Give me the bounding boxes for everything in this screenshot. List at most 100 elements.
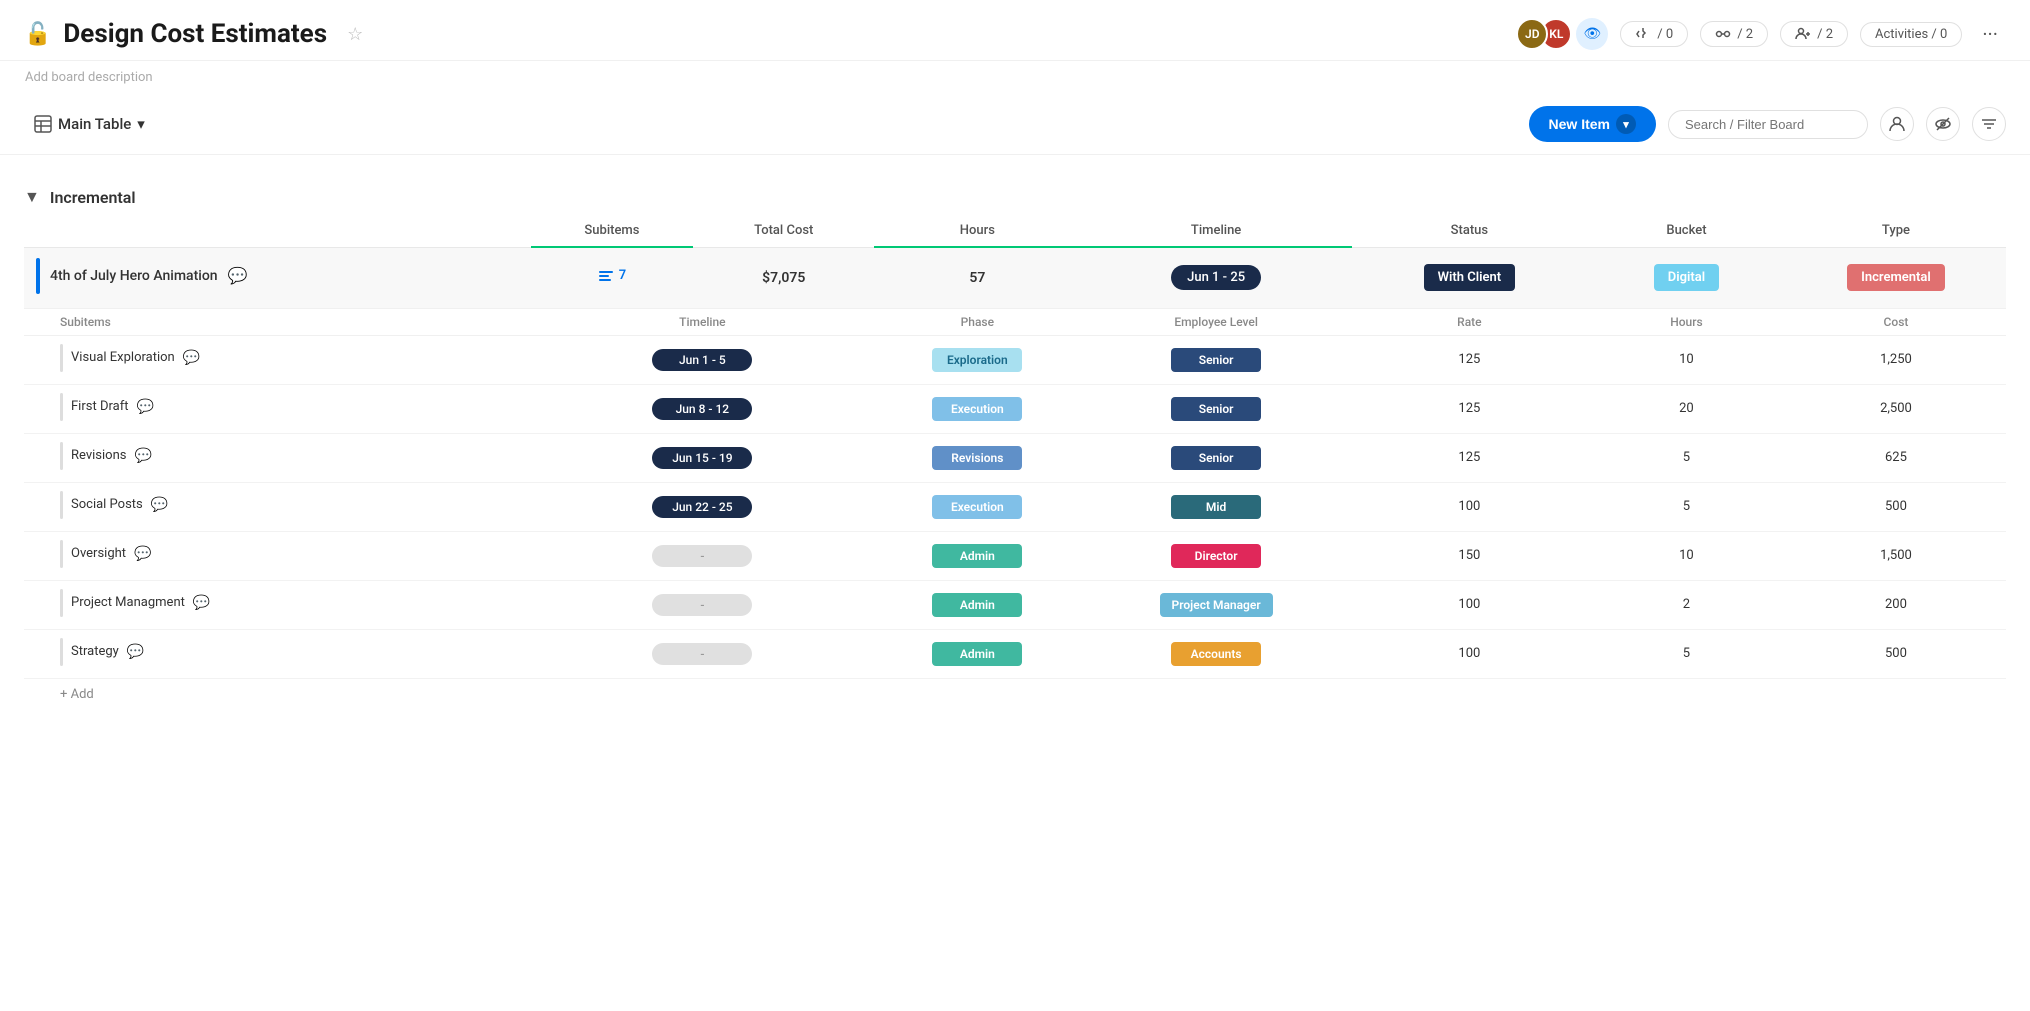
subitem-col-level: Employee Level bbox=[1080, 308, 1351, 335]
subitem-row: Visual Exploration 💬 Jun 1 - 5 Explorati… bbox=[24, 335, 2006, 384]
level-pill[interactable]: Accounts bbox=[1171, 642, 1261, 666]
add-subitem-button[interactable]: + Add bbox=[24, 678, 2006, 710]
cost-value: 1,500 bbox=[1880, 548, 1912, 563]
subitem-level-cell: Senior bbox=[1080, 384, 1351, 433]
board-description[interactable]: Add board description bbox=[0, 61, 2030, 94]
subitem-phase-cell: Admin bbox=[874, 580, 1080, 629]
subitem-hours-cell: 10 bbox=[1587, 335, 1786, 384]
main-table-wrapper: Subitems Total Cost Hours Timeline Statu… bbox=[24, 215, 2006, 710]
cost-value: 2,500 bbox=[1880, 401, 1912, 416]
level-pill[interactable]: Senior bbox=[1171, 348, 1261, 372]
lock-icon: 🔓 bbox=[24, 22, 51, 47]
total-cost-value: $7,075 bbox=[762, 270, 805, 286]
automations-stat[interactable]: / 0 bbox=[1620, 21, 1688, 47]
add-subitem-row[interactable]: + Add bbox=[24, 678, 2006, 710]
eye-icon-button[interactable] bbox=[1926, 107, 1960, 141]
invite-stat[interactable]: / 2 bbox=[1780, 21, 1848, 47]
subitem-cost-cell: 625 bbox=[1786, 433, 2006, 482]
avatar-user1: JD bbox=[1516, 18, 1548, 50]
level-pill[interactable]: Senior bbox=[1171, 446, 1261, 470]
hours-value: 2 bbox=[1683, 597, 1690, 612]
main-table-button[interactable]: Main Table ▾ bbox=[24, 109, 155, 139]
subitem-rate-cell: 150 bbox=[1352, 531, 1587, 580]
subitem-row: Strategy 💬 - Admin Accounts 100 5 500 bbox=[24, 629, 2006, 678]
user-icon-button[interactable] bbox=[1880, 107, 1914, 141]
subitem-comment-icon[interactable]: 💬 bbox=[134, 448, 151, 464]
subitem-comment-icon[interactable]: 💬 bbox=[127, 644, 144, 660]
status-pill[interactable]: With Client bbox=[1424, 264, 1516, 291]
subitem-comment-icon[interactable]: 💬 bbox=[134, 546, 151, 562]
subitem-timeline-pill[interactable]: Jun 1 - 5 bbox=[652, 349, 752, 371]
subitem-col-cost: Cost bbox=[1786, 308, 2006, 335]
phase-pill[interactable]: Admin bbox=[932, 593, 1022, 617]
subitem-timeline-cell: Jun 22 - 25 bbox=[531, 482, 875, 531]
subitem-icon bbox=[598, 268, 614, 284]
rate-value: 125 bbox=[1458, 352, 1480, 367]
col-header-subitems: Subitems bbox=[531, 215, 694, 247]
timeline-pill[interactable]: Jun 1 - 25 bbox=[1171, 265, 1261, 290]
subitem-phase-cell: Admin bbox=[874, 629, 1080, 678]
subitem-timeline-cell: Jun 1 - 5 bbox=[531, 335, 875, 384]
subitem-name: Social Posts bbox=[71, 497, 143, 512]
level-pill[interactable]: Senior bbox=[1171, 397, 1261, 421]
main-row-type: Incremental bbox=[1786, 247, 2006, 308]
rate-value: 125 bbox=[1458, 401, 1480, 416]
filter-icon-button[interactable] bbox=[1972, 107, 2006, 141]
level-pill[interactable]: Mid bbox=[1171, 495, 1261, 519]
phase-pill[interactable]: Admin bbox=[932, 544, 1022, 568]
subitem-level-cell: Director bbox=[1080, 531, 1351, 580]
subitem-level-cell: Senior bbox=[1080, 335, 1351, 384]
comment-icon[interactable]: 💬 bbox=[228, 266, 248, 285]
subitem-name-cell: Oversight 💬 bbox=[24, 531, 531, 580]
subitem-timeline-pill[interactable]: Jun 8 - 12 bbox=[652, 398, 752, 420]
subitems-badge[interactable]: 7 bbox=[598, 268, 626, 284]
level-pill[interactable]: Project Manager bbox=[1160, 593, 1273, 617]
level-pill[interactable]: Director bbox=[1171, 544, 1261, 568]
phase-pill[interactable]: Exploration bbox=[932, 348, 1022, 372]
star-icon[interactable]: ☆ bbox=[347, 24, 363, 45]
phase-pill[interactable]: Revisions bbox=[932, 446, 1022, 470]
subitem-indicator bbox=[60, 540, 63, 568]
group-chevron-icon[interactable]: ▼ bbox=[24, 187, 40, 207]
col-header-status: Status bbox=[1352, 215, 1587, 247]
subitem-rate-cell: 125 bbox=[1352, 433, 1587, 482]
subitem-level-cell: Accounts bbox=[1080, 629, 1351, 678]
avatar-view-icon[interactable]: 👁 bbox=[1576, 18, 1608, 50]
bucket-pill[interactable]: Digital bbox=[1654, 264, 1719, 291]
phase-pill[interactable]: Admin bbox=[932, 642, 1022, 666]
subitem-timeline-pill[interactable]: Jun 22 - 25 bbox=[652, 496, 752, 518]
activities-stat[interactable]: Activities / 0 bbox=[1860, 22, 1962, 47]
new-item-button[interactable]: New Item ▾ bbox=[1529, 106, 1656, 142]
subitem-rate-cell: 125 bbox=[1352, 335, 1587, 384]
more-options-button[interactable]: ··· bbox=[1974, 18, 2006, 50]
subitem-name-cell: Revisions 💬 bbox=[24, 433, 531, 482]
phase-pill[interactable]: Execution bbox=[932, 397, 1022, 421]
main-row-hours: 57 bbox=[874, 247, 1080, 308]
subitem-timeline-pill[interactable]: - bbox=[652, 545, 752, 567]
subitem-timeline-pill[interactable]: - bbox=[652, 594, 752, 616]
subitem-level-cell: Mid bbox=[1080, 482, 1351, 531]
invite-icon bbox=[1795, 26, 1811, 42]
cost-value: 200 bbox=[1885, 597, 1907, 612]
col-header-total-cost: Total Cost bbox=[693, 215, 874, 247]
subitem-cost-cell: 1,250 bbox=[1786, 335, 2006, 384]
subitem-comment-icon[interactable]: 💬 bbox=[183, 350, 200, 366]
subitem-comment-icon[interactable]: 💬 bbox=[151, 497, 168, 513]
hours-value: 10 bbox=[1679, 548, 1694, 563]
main-row-status: With Client bbox=[1352, 247, 1587, 308]
subitem-comment-icon[interactable]: 💬 bbox=[193, 595, 210, 611]
integrations-stat[interactable]: / 2 bbox=[1700, 21, 1768, 47]
cost-value: 625 bbox=[1885, 450, 1907, 465]
cost-value: 500 bbox=[1885, 499, 1907, 514]
hours-value: 5 bbox=[1683, 499, 1690, 514]
subitem-row: Revisions 💬 Jun 15 - 19 Revisions Senior… bbox=[24, 433, 2006, 482]
subitem-timeline-pill[interactable]: Jun 15 - 19 bbox=[652, 447, 752, 469]
subitem-name-cell: Visual Exploration 💬 bbox=[24, 335, 531, 384]
subitem-col-timeline: Timeline bbox=[531, 308, 875, 335]
type-pill[interactable]: Incremental bbox=[1847, 264, 1945, 291]
subitem-comment-icon[interactable]: 💬 bbox=[136, 399, 153, 415]
search-input[interactable] bbox=[1668, 110, 1868, 139]
subitem-phase-cell: Execution bbox=[874, 482, 1080, 531]
subitem-timeline-pill[interactable]: - bbox=[652, 643, 752, 665]
phase-pill[interactable]: Execution bbox=[932, 495, 1022, 519]
